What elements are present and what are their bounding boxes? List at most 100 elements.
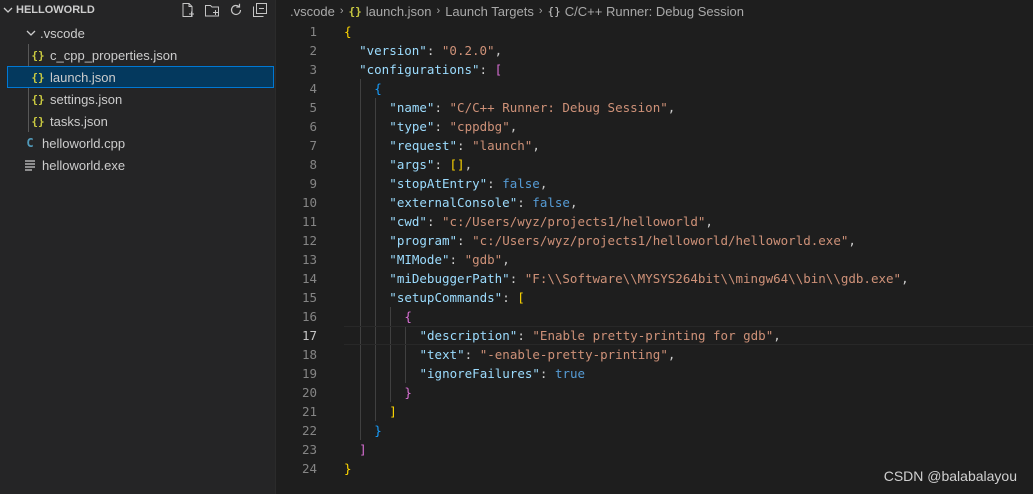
code-line[interactable]: 9 "stopAtEntry": false, <box>276 174 1033 193</box>
json-file-icon: {} <box>31 92 45 106</box>
tree-item-label: tasks.json <box>50 113 108 129</box>
code-line[interactable]: 17 "description": "Enable pretty-printing… <box>276 326 1033 345</box>
refresh-icon[interactable] <box>227 1 245 19</box>
indent-guide <box>360 79 362 98</box>
indent-guide <box>360 117 362 136</box>
indent-guide <box>360 174 362 193</box>
indent-guide <box>375 345 377 364</box>
code-line[interactable]: 6 "type": "cppdbg", <box>276 117 1033 136</box>
code-text: ] <box>389 404 397 419</box>
indent-guide <box>360 421 362 440</box>
indent-guide <box>28 110 29 132</box>
indent-guide <box>375 231 377 250</box>
code-line[interactable]: 18 "text": "-enable-pretty-printing", <box>276 345 1033 364</box>
line-number: 6 <box>309 119 317 134</box>
code-line[interactable]: 21] <box>276 402 1033 421</box>
breadcrumb-item[interactable]: C/C++ Runner: Debug Session <box>565 4 744 19</box>
code-line[interactable]: 2 "version": "0.2.0", <box>276 41 1033 60</box>
indent-guide <box>390 307 392 326</box>
code-line[interactable]: 16 { <box>276 307 1033 326</box>
breadcrumb: .vscode › {} launch.json › Launch Target… <box>276 0 1033 22</box>
new-file-icon[interactable] <box>179 1 197 19</box>
code-text: "text": "-enable-pretty-printing", <box>419 347 676 362</box>
code-text: } <box>374 423 382 438</box>
code-text: "ignoreFailures": true <box>419 366 586 381</box>
code-text: { <box>344 24 352 39</box>
indent-guide <box>375 307 377 326</box>
chevron-down-icon[interactable] <box>2 5 14 15</box>
code-line[interactable]: 14 "miDebuggerPath": "F:\\Software\\MYSYS… <box>276 269 1033 288</box>
indent-guide <box>390 326 392 345</box>
line-number: 11 <box>301 214 317 229</box>
line-number: 5 <box>309 100 317 115</box>
code-line[interactable]: 5 "name": "C/C++ Runner: Debug Session", <box>276 98 1033 117</box>
explorer-sidebar: HELLOWORLD .vscode {} c_cpp_properties.j… <box>0 0 276 494</box>
code-line[interactable]: 1{ <box>276 22 1033 41</box>
tree-item-helloworld-cpp[interactable]: C helloworld.cpp <box>0 132 275 154</box>
binary-file-icon <box>22 159 38 171</box>
line-number: 21 <box>301 404 317 419</box>
indent-guide <box>360 307 362 326</box>
code-line[interactable]: 11 "cwd": "c:/Users/wyz/projects1/hellowo… <box>276 212 1033 231</box>
code-line[interactable]: 19 "ignoreFailures": true <box>276 364 1033 383</box>
indent-guide <box>360 155 362 174</box>
indent-guide <box>405 364 407 383</box>
tree-item-label: helloworld.exe <box>42 157 126 173</box>
line-number: 10 <box>301 195 317 210</box>
code-line[interactable]: 15 "setupCommands": [ <box>276 288 1033 307</box>
code-line[interactable]: 22} <box>276 421 1033 440</box>
code-text: "args": [], <box>389 157 473 172</box>
tree-item-c-cpp-properties[interactable]: {} c_cpp_properties.json <box>0 44 275 66</box>
tree-item-launch-json[interactable]: {} launch.json <box>7 66 274 88</box>
indent-guide <box>390 345 392 364</box>
indent-guide <box>375 174 377 193</box>
code-line[interactable]: 3 "configurations": [ <box>276 60 1033 79</box>
code-line[interactable]: 23] <box>276 440 1033 459</box>
indent-guide <box>375 402 377 421</box>
breadcrumb-section[interactable]: Launch Targets <box>445 4 534 19</box>
tree-item-tasks-json[interactable]: {} tasks.json <box>0 110 275 132</box>
breadcrumb-file[interactable]: launch.json <box>366 4 432 19</box>
line-number: 13 <box>301 252 317 267</box>
code-text: "cwd": "c:/Users/wyz/projects1/helloworl… <box>389 214 713 229</box>
tree-item-label: launch.json <box>50 69 116 85</box>
line-number: 18 <box>301 347 317 362</box>
indent-guide <box>405 326 407 345</box>
tree-item-label: helloworld.cpp <box>42 135 126 151</box>
code-text: "setupCommands": [ <box>389 290 525 305</box>
code-area[interactable]: 1{2 "version": "0.2.0", 3 "configurations":… <box>276 22 1033 478</box>
indent-guide <box>390 383 392 402</box>
indent-guide <box>28 44 29 66</box>
code-line[interactable]: 8 "args": [], <box>276 155 1033 174</box>
line-number: 9 <box>309 176 317 191</box>
collapse-all-icon[interactable] <box>251 1 269 19</box>
object-icon: {} <box>547 4 561 18</box>
code-text: "MIMode": "gdb", <box>389 252 510 267</box>
code-line[interactable]: 13 "MIMode": "gdb", <box>276 250 1033 269</box>
code-line[interactable]: 20} <box>276 383 1033 402</box>
explorer-folder-header[interactable]: HELLOWORLD <box>0 0 275 20</box>
tree-item-vscode-folder[interactable]: .vscode <box>0 22 275 44</box>
tree-item-helloworld-exe[interactable]: helloworld.exe <box>0 154 275 176</box>
line-number: 14 <box>301 271 317 286</box>
code-text: "configurations": [ <box>359 62 503 77</box>
code-line[interactable]: 7 "request": "launch", <box>276 136 1033 155</box>
code-line[interactable]: 10 "externalConsole": false, <box>276 193 1033 212</box>
tree-item-settings-json[interactable]: {} settings.json <box>0 88 275 110</box>
new-folder-icon[interactable] <box>203 1 221 19</box>
indent-guide <box>360 345 362 364</box>
chevron-right-icon: › <box>436 5 441 17</box>
line-number: 4 <box>309 81 317 96</box>
indent-guide <box>360 250 362 269</box>
tree-item-label: settings.json <box>50 91 123 107</box>
indent-guide <box>360 326 362 345</box>
line-number: 8 <box>309 157 317 172</box>
breadcrumb-folder[interactable]: .vscode <box>290 4 335 19</box>
indent-guide <box>375 117 377 136</box>
json-file-icon: {} <box>31 114 45 128</box>
indent-guide <box>360 364 362 383</box>
code-line[interactable]: 12 "program": "c:/Users/wyz/projects1/hel… <box>276 231 1033 250</box>
code-line[interactable]: 4{ <box>276 79 1033 98</box>
indent-guide <box>375 212 377 231</box>
indent-guide <box>375 364 377 383</box>
